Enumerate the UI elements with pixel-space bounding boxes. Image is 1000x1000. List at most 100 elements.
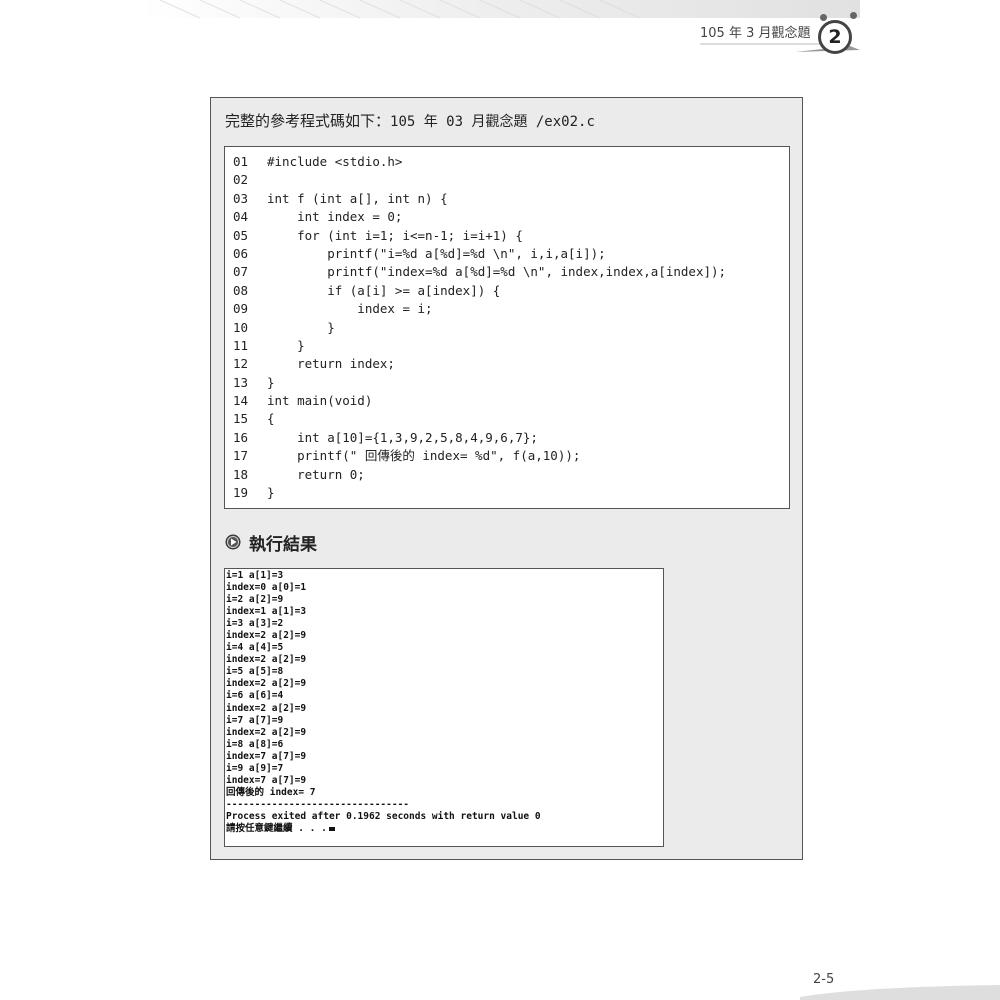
code-line: 08 if (a[i] >= a[index]) { xyxy=(225,282,789,300)
console-line: i=5 a[5]=8 xyxy=(226,666,663,678)
line-code: } xyxy=(267,337,305,353)
console-line: i=1 a[1]=3 xyxy=(226,570,663,582)
line-number: 17 xyxy=(233,448,249,464)
code-line: 16 int a[10]={1,3,9,2,5,8,4,9,6,7}; xyxy=(225,429,789,447)
badge-dot-icon xyxy=(850,12,857,19)
console-line: i=9 a[9]=7 xyxy=(226,763,663,775)
code-line: 04 int index = 0; xyxy=(225,208,789,226)
line-number: 18 xyxy=(233,466,249,482)
line-number: 13 xyxy=(233,374,249,390)
panel-title-prefix: 完整的參考程式碼如下： xyxy=(225,112,391,130)
line-number: 12 xyxy=(233,356,249,372)
line-number: 04 xyxy=(233,209,249,225)
console-line-text: i=5 a[5]=8 xyxy=(226,666,284,678)
console-line: index=0 a[0]=1 xyxy=(226,582,663,594)
code-line: 03 int f (int a[], int n) { xyxy=(225,190,789,208)
result-heading-text: 執行結果 xyxy=(249,535,317,555)
line-number: 09 xyxy=(233,301,249,317)
console-line: index=7 a[7]=9 xyxy=(226,751,663,763)
code-line: 18 return 0; xyxy=(225,466,789,484)
console-line: Process exited after 0.1962 seconds with… xyxy=(226,811,663,823)
console-line: index=2 a[2]=9 xyxy=(226,654,663,666)
line-code: printf(" 回傳後的 index= %d", f(a,10)); xyxy=(267,448,581,464)
console-line: i=7 a[7]=9 xyxy=(226,715,663,727)
console-line-text: index=2 a[2]=9 xyxy=(226,726,307,738)
code-line: 11 } xyxy=(225,337,789,355)
console-line: i=4 a[4]=5 xyxy=(226,642,663,654)
console-line-text: index=2 a[2]=9 xyxy=(226,702,307,714)
console-line: index=2 a[2]=9 xyxy=(226,630,663,642)
code-listing: 01 #include <stdio.h> 02 03 int f (int a[], … xyxy=(224,146,790,509)
code-line: 14 int main(void) xyxy=(225,392,789,410)
code-line: 10 } xyxy=(225,319,789,337)
line-code: { xyxy=(267,411,275,427)
badge-dot-icon xyxy=(820,14,827,21)
line-code: } xyxy=(267,485,275,501)
console-line-text: Process exited after 0.1962 seconds with… xyxy=(226,810,541,822)
console-line-text: index=2 a[2]=9 xyxy=(226,630,307,642)
code-line: 17 printf(" 回傳後的 index= %d", f(a,10)); xyxy=(225,447,789,465)
console-line-text: index=7 a[7]=9 xyxy=(226,774,307,786)
play-circle-icon xyxy=(225,534,241,550)
console-line-text: 回傳後的 index= 7 xyxy=(226,786,316,798)
line-code: int f (int a[], int n) { xyxy=(267,190,448,206)
console-line: index=2 a[2]=9 xyxy=(226,727,663,739)
code-line: 15 { xyxy=(225,410,789,428)
line-number: 05 xyxy=(233,227,249,243)
line-number: 16 xyxy=(233,429,249,445)
code-line: 05 for (int i=1; i<=n-1; i=i+1) { xyxy=(225,227,789,245)
console-line: i=2 a[2]=9 xyxy=(226,594,663,606)
line-code: } xyxy=(267,374,275,390)
line-code: return 0; xyxy=(267,466,365,482)
code-line: 01 #include <stdio.h> xyxy=(225,153,789,171)
code-line: 09 index = i; xyxy=(225,300,789,318)
line-code: } xyxy=(267,319,335,335)
console-line: 請按任意鍵繼續 . . . xyxy=(226,823,663,835)
console-line-text: i=1 a[1]=3 xyxy=(226,570,284,581)
panel-title: 完整的參考程式碼如下：105 年 03 月觀念題 /ex02.c xyxy=(225,110,595,131)
console-line-text: i=8 a[8]=6 xyxy=(226,738,284,750)
code-line: 19} xyxy=(225,484,789,502)
line-number: 01 xyxy=(233,154,249,169)
code-line: 12 return index; xyxy=(225,355,789,373)
line-code: int index = 0; xyxy=(267,209,403,225)
line-number: 02 xyxy=(233,172,249,188)
console-line-text: index=7 a[7]=9 xyxy=(226,750,307,762)
line-number: 06 xyxy=(233,245,249,261)
console-cursor xyxy=(328,826,335,831)
code-example-panel: 完整的參考程式碼如下：105 年 03 月觀念題 /ex02.c 01 #incl… xyxy=(210,97,803,860)
console-line: index=2 a[2]=9 xyxy=(226,678,663,690)
line-number: 19 xyxy=(233,485,249,501)
console-line-text: i=6 a[6]=4 xyxy=(226,690,284,702)
line-code: int a[10]={1,3,9,2,5,8,4,9,6,7}; xyxy=(267,429,538,445)
code-line: 07 printf("index=%d a[%d]=%d \n", index,… xyxy=(225,263,789,281)
console-line-text: index=0 a[0]=1 xyxy=(226,582,307,594)
panel-title-path: 105 年 03 月觀念題 /ex02.c xyxy=(390,114,595,130)
code-line: 02 xyxy=(225,171,789,189)
console-line-text: i=2 a[2]=9 xyxy=(226,594,284,606)
console-line: -------------------------------- xyxy=(226,799,663,811)
console-line-text: i=3 a[3]=2 xyxy=(226,618,284,630)
line-number: 08 xyxy=(233,282,249,298)
console-line-text: 請按任意鍵繼續 . . . xyxy=(226,822,327,834)
console-line-text: i=7 a[7]=9 xyxy=(226,714,284,726)
line-code: int main(void) xyxy=(267,393,373,409)
console-line-text: i=4 a[4]=5 xyxy=(226,642,284,654)
line-code: return index; xyxy=(267,356,395,372)
console-line: i=8 a[8]=6 xyxy=(226,739,663,751)
line-number: 11 xyxy=(233,337,249,353)
console-line-text: i=9 a[9]=7 xyxy=(226,762,284,774)
line-number: 03 xyxy=(233,190,249,206)
header-title: 105 年 3 月觀念題 xyxy=(700,26,811,41)
line-code: printf("i=%d a[%d]=%d \n", i,i,a[i]); xyxy=(267,245,606,261)
line-number: 07 xyxy=(233,264,249,280)
console-line: index=2 a[2]=9 xyxy=(226,703,663,715)
console-line: index=1 a[1]=3 xyxy=(226,606,663,618)
console-line: i=3 a[3]=2 xyxy=(226,618,663,630)
console-line: index=7 a[7]=9 xyxy=(226,775,663,787)
line-code: if (a[i] >= a[index]) { xyxy=(267,282,501,298)
line-code: printf("index=%d a[%d]=%d \n", index,ind… xyxy=(267,264,727,280)
code-line: 13} xyxy=(225,374,789,392)
line-number: 15 xyxy=(233,411,249,427)
console-line: 回傳後的 index= 7 xyxy=(226,787,663,799)
